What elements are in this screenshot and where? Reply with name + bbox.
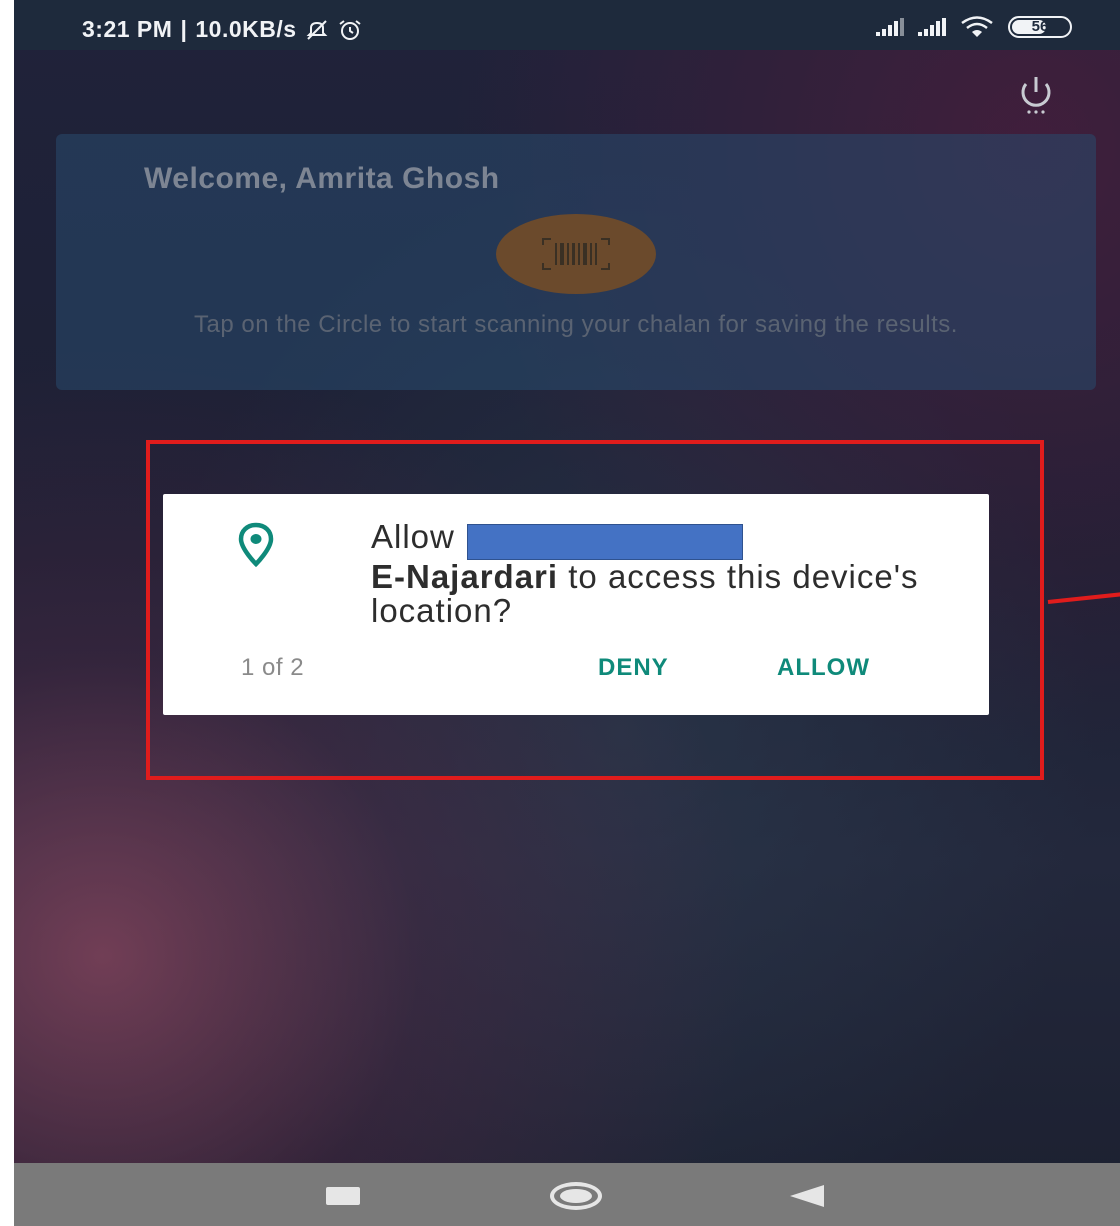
navigation-bar [14,1163,1120,1226]
redaction-box [466,524,743,560]
status-right: 56 [876,16,1072,38]
status-separator: | [180,16,188,42]
alarm-icon [338,19,361,40]
scan-hint: Tap on the Circle to start scanning your… [194,311,958,338]
wifi-icon [961,16,993,37]
status-time: 3:21 PM [82,16,173,42]
recents-icon[interactable] [326,1187,360,1205]
signal-icon [876,18,904,36]
network-speed: 10.0KB/s [195,16,297,42]
mute-icon [306,19,327,40]
signal-icon [918,18,946,36]
power-icon[interactable] [1014,72,1058,116]
back-icon[interactable] [790,1185,824,1207]
battery-icon: 56 [1008,16,1072,38]
dialog-app-name: E-Najardari [371,558,559,595]
allow-button[interactable]: ALLOW [777,654,870,682]
phone-screen: 3:21 PM | 10.0KB/s 56 Welcome, Amrita Gh… [14,0,1120,1226]
dialog-counter: 1 of 2 [241,654,305,681]
battery-level: 56 [1031,18,1049,35]
home-icon[interactable] [550,1182,602,1210]
scan-button[interactable] [496,214,656,294]
location-pin-icon [238,522,274,568]
dialog-prefix: Allow [371,518,455,555]
permission-dialog: Allow E-Najardari to access this device'… [163,494,989,715]
status-left: 3:21 PM | 10.0KB/s [82,16,363,43]
status-bar: 3:21 PM | 10.0KB/s 56 [14,0,1120,50]
annotation-pointer [1047,590,1120,604]
welcome-title: Welcome, Amrita Ghosh [144,162,500,195]
welcome-card: Welcome, Amrita Ghosh Tap on the Circle … [56,134,1096,390]
deny-button[interactable]: DENY [598,654,669,682]
barcode-icon [542,238,610,270]
dialog-message: Allow E-Najardari to access this device'… [371,520,989,628]
